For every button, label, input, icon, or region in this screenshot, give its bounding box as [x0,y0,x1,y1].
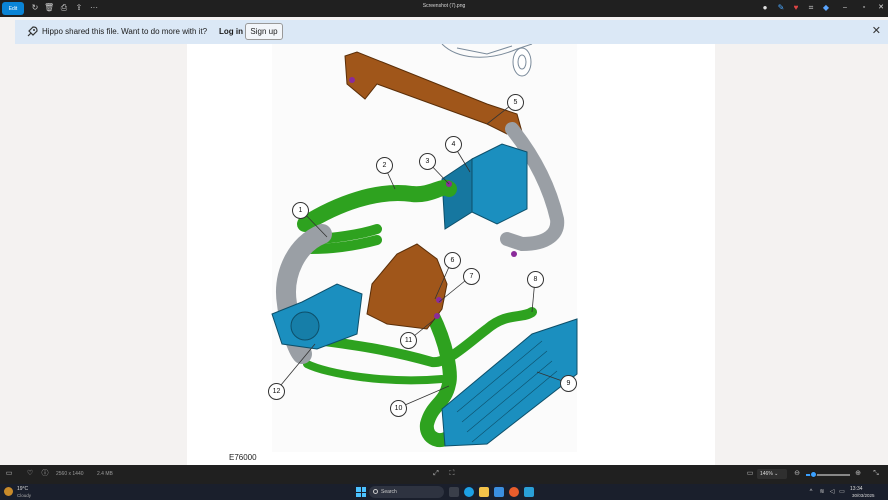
zoom-in-icon[interactable]: ⊕ [853,469,863,479]
callout-1: 1 [292,202,309,219]
file-explorer-icon[interactable] [479,487,489,497]
edit-pen-icon[interactable]: ✎ [776,3,786,13]
close-window-icon[interactable]: ✕ [876,3,886,13]
car-icon[interactable]: ◆ [821,3,831,13]
crop-icon[interactable]: ⌗ [806,3,816,13]
callout-11: 11 [400,332,417,349]
windows-start-icon[interactable] [356,487,366,497]
callout-7: 7 [463,268,480,285]
favorite-icon[interactable]: ♡ [25,469,35,479]
fit-icon[interactable]: ⤢ [431,469,441,479]
status-bar: ▭ ♡ ⓘ 2560 x 1440 2.4 MB ⤢ ⛶ ▭ 146% ⌄ ⊖ … [0,465,888,484]
zoom-out-icon[interactable]: ⊖ [792,469,802,479]
callout-4: 4 [445,136,462,153]
search-placeholder: Search [381,489,397,495]
file-size: 2.4 MB [97,471,113,477]
chevron-up-icon[interactable]: ^ [807,488,815,496]
signup-button[interactable]: Sign up [245,23,283,40]
edge-icon[interactable] [464,487,474,497]
zoom-value: 146% [760,471,773,477]
close-banner-icon[interactable]: ✕ [872,25,881,37]
aspect-icon[interactable]: ▭ [745,469,755,479]
person-icon[interactable]: ● [760,3,770,13]
callout-12: 12 [268,383,285,400]
zoom-slider-thumb[interactable] [810,471,818,478]
maximize-icon[interactable]: ▫ [859,3,869,13]
wifi-icon[interactable]: ≋ [818,488,826,496]
callout-10: 10 [390,400,407,417]
store-icon[interactable] [494,487,504,497]
image-dimensions: 2560 x 1440 [56,471,84,477]
weather-icon[interactable] [4,487,13,496]
firefox-icon[interactable] [509,487,519,497]
search-icon [373,489,378,494]
clock-date[interactable]: 30/03/2025 [852,493,875,498]
title-bar: Edit ↻ 🗑 ⎙ ⇪ ··· Screenshot (7).png ● ✎ … [0,0,888,17]
rocket-icon [27,26,38,37]
taskbar: 19°C Cloudy Search ^ ≋ ◁ ▭ 13:34 30/03/2… [0,484,888,500]
filmstrip-icon[interactable]: ▭ [4,469,14,479]
figure-code: E76000 [229,453,257,462]
image-viewer: Hippo shared this file. Want to do more … [0,17,888,465]
callout-9: 9 [560,375,577,392]
volume-icon[interactable]: ◁ [828,488,836,496]
share-banner: Hippo shared this file. Want to do more … [15,20,888,44]
weather-description: Cloudy [17,493,32,498]
banner-message: Hippo shared this file. Want to do more … [42,27,208,36]
callout-5: 5 [507,94,524,111]
window-title: Screenshot (7).png [422,3,466,9]
image-canvas: 1 2 3 4 5 6 7 8 9 10 11 12 E76000 [187,44,715,465]
callout-2: 2 [376,157,393,174]
info-icon[interactable]: ⓘ [40,469,50,479]
weather-temperature: 19°C [17,486,29,492]
expand-icon[interactable]: ⤡ [871,469,881,479]
zoom-select[interactable]: 146% ⌄ [757,469,787,479]
fullscreen-icon[interactable]: ⛶ [447,469,457,479]
login-link[interactable]: Log in [219,27,243,36]
callout-8: 8 [527,271,544,288]
minimize-icon[interactable]: – [840,3,850,13]
taskbar-search[interactable]: Search [369,486,444,498]
clock-time[interactable]: 13:34 [850,486,863,492]
task-view-icon[interactable] [449,487,459,497]
photos-icon[interactable] [524,487,534,497]
battery-icon[interactable]: ▭ [838,488,846,496]
heart-icon[interactable]: ♥ [791,3,801,13]
callout-3: 3 [419,153,436,170]
callout-6: 6 [444,252,461,269]
